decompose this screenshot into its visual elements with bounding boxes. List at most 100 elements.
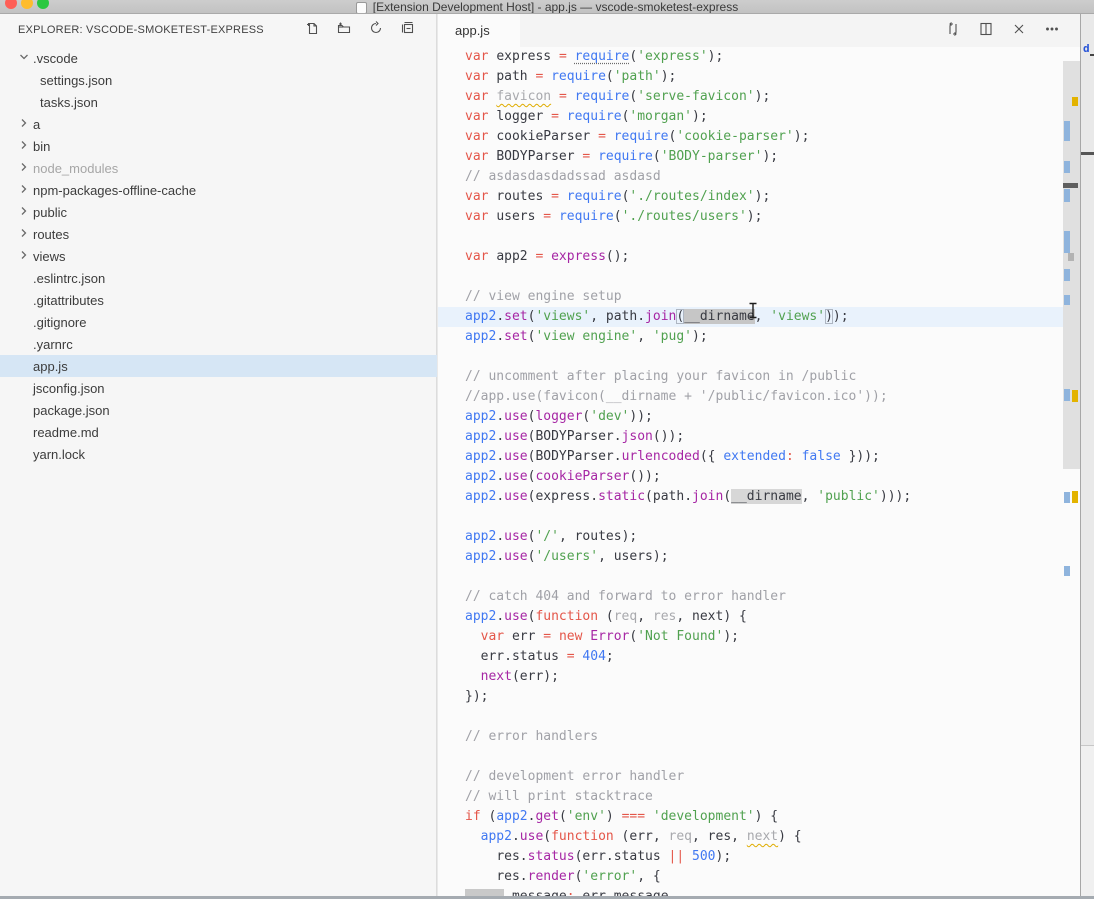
code-line-37[interactable]: // development error handler (438, 767, 1080, 787)
code-line-10[interactable] (438, 227, 1080, 247)
code-line-35[interactable]: // error handlers (438, 727, 1080, 747)
code-line-3[interactable]: var favicon = require('serve-favicon'); (438, 87, 1080, 107)
code-line-24[interactable] (438, 507, 1080, 527)
code-line-42[interactable]: res.render('error', { (438, 867, 1080, 887)
new-folder-icon[interactable] (336, 20, 352, 36)
code-line-31[interactable]: err.status = 404; (438, 647, 1080, 667)
tree-item-label: .yarnrc (33, 337, 73, 352)
code-line-11[interactable]: var app2 = express(); (438, 247, 1080, 267)
code-line-18[interactable]: //app.use(favicon(__dirname + '/public/f… (438, 387, 1080, 407)
tree-item-bin[interactable]: bin (0, 135, 437, 157)
tree-item-npm-packages-offline-cache[interactable]: npm-packages-offline-cache (0, 179, 437, 201)
tree-item-routes[interactable]: routes (0, 223, 437, 245)
code-line-6[interactable]: var BODYParser = require('BODY-parser'); (438, 147, 1080, 167)
selection-marker (1064, 161, 1070, 173)
tab-app-js[interactable]: app.js (438, 14, 520, 47)
tree-item-label: yarn.lock (33, 447, 85, 462)
chevron-right-icon[interactable] (18, 183, 30, 195)
open-changes-icon[interactable] (945, 21, 961, 37)
code-line-1[interactable]: var express = require('express'); (438, 47, 1080, 67)
chevron-right-icon[interactable] (18, 227, 30, 239)
code-line-22[interactable]: app2.use(cookieParser()); (438, 467, 1080, 487)
tree-item-label: .gitattributes (33, 293, 104, 308)
chevron-right-icon[interactable] (18, 161, 30, 173)
code-line-30[interactable]: var err = new Error('Not Found'); (438, 627, 1080, 647)
tree-item-package-json[interactable]: package.json (0, 399, 437, 421)
code-line-2[interactable]: var path = require('path'); (438, 67, 1080, 87)
close-icon[interactable] (1011, 21, 1027, 37)
code-line-33[interactable]: }); (438, 687, 1080, 707)
code-line-7[interactable]: // asdasdasdadssad asdasd (438, 167, 1080, 187)
window-titlebar: [Extension Development Host] - app.js — … (0, 0, 1094, 14)
tree-item-app-js[interactable]: app.js (0, 355, 437, 377)
warning-marker (1072, 390, 1078, 402)
code-line-38[interactable]: // will print stacktrace (438, 787, 1080, 807)
code-line-34[interactable] (438, 707, 1080, 727)
tree-item-a[interactable]: a (0, 113, 437, 135)
code-line-20[interactable]: app2.use(BODYParser.json()); (438, 427, 1080, 447)
split-editor-icon[interactable] (978, 21, 994, 37)
code-line-32[interactable]: next(err); (438, 667, 1080, 687)
chevron-down-icon[interactable] (18, 51, 30, 63)
code-line-8[interactable]: var routes = require('./routes/index'); (438, 187, 1080, 207)
tree-item-label: npm-packages-offline-cache (33, 183, 196, 198)
code-line-29[interactable]: app2.use(function (req, res, next) { (438, 607, 1080, 627)
code-line-5[interactable]: var cookieParser = require('cookie-parse… (438, 127, 1080, 147)
code-line-21[interactable]: app2.use(BODYParser.urlencoded({ extende… (438, 447, 1080, 467)
tree-item-label: tasks.json (40, 95, 98, 110)
tree-item--gitattributes[interactable]: .gitattributes (0, 289, 437, 311)
editor-scrollbar[interactable] (1063, 47, 1080, 896)
tree-item-yarn-lock[interactable]: yarn.lock (0, 443, 437, 465)
tree-item-label: node_modules (33, 161, 118, 176)
tree-item-label: settings.json (40, 73, 112, 88)
code-line-17[interactable]: // uncomment after placing your favicon … (438, 367, 1080, 387)
tree-item-node-modules[interactable]: node_modules (0, 157, 437, 179)
code-line-12[interactable] (438, 267, 1080, 287)
tree-item-label: package.json (33, 403, 110, 418)
selection-marker (1064, 389, 1070, 401)
code-line-23[interactable]: app2.use(express.static(path.join(__dirn… (438, 487, 1080, 507)
chevron-right-icon[interactable] (18, 249, 30, 261)
tree-item-views[interactable]: views (0, 245, 437, 267)
code-line-41[interactable]: res.status(err.status || 500); (438, 847, 1080, 867)
code-line-19[interactable]: app2.use(logger('dev')); (438, 407, 1080, 427)
code-line-27[interactable] (438, 567, 1080, 587)
code-line-28[interactable]: // catch 404 and forward to error handle… (438, 587, 1080, 607)
chevron-right-icon[interactable] (18, 117, 30, 129)
tree-item-settings-json[interactable]: settings.json (0, 69, 437, 91)
background-code-fragment: d (1083, 42, 1090, 55)
new-file-icon[interactable] (304, 20, 320, 36)
tree-item-readme-md[interactable]: readme.md (0, 421, 437, 443)
tree-item-label: a (33, 117, 40, 132)
chevron-right-icon[interactable] (18, 139, 30, 151)
tree-item-public[interactable]: public (0, 201, 437, 223)
chevron-right-icon[interactable] (18, 205, 30, 217)
editor-code-area[interactable]: var express = require('express');var pat… (438, 47, 1080, 896)
tree-item-label: .gitignore (33, 315, 86, 330)
code-line-4[interactable]: var logger = require('morgan'); (438, 107, 1080, 127)
code-line-15[interactable]: app2.set('view engine', 'pug'); (438, 327, 1080, 347)
code-line-40[interactable]: app2.use(function (err, req, res, next) … (438, 827, 1080, 847)
tree-item--gitignore[interactable]: .gitignore (0, 311, 437, 333)
code-line-36[interactable] (438, 747, 1080, 767)
tree-item--eslintrc-json[interactable]: .eslintrc.json (0, 267, 437, 289)
refresh-icon[interactable] (368, 20, 384, 36)
selection-marker (1064, 121, 1070, 141)
code-line-9[interactable]: var users = require('./routes/users'); (438, 207, 1080, 227)
tree-item-tasks-json[interactable]: tasks.json (0, 91, 437, 113)
more-actions-icon[interactable] (1044, 21, 1060, 37)
code-line-26[interactable]: app2.use('/users', users); (438, 547, 1080, 567)
code-line-25[interactable]: app2.use('/', routes); (438, 527, 1080, 547)
code-line-39[interactable]: if (app2.get('env') === 'development') { (438, 807, 1080, 827)
code-line-13[interactable]: // view engine setup (438, 287, 1080, 307)
tree-item-label: public (33, 205, 67, 220)
collapse-all-icon[interactable] (400, 20, 416, 36)
tree-item-label: .vscode (33, 51, 78, 66)
tree-item--yarnrc[interactable]: .yarnrc (0, 333, 437, 355)
code-line-16[interactable] (438, 347, 1080, 367)
code-line-43[interactable]: message: err.message (438, 887, 1080, 896)
explorer-header: EXPLORER: VSCODE-SMOKETEST-EXPRESS (0, 14, 436, 47)
background-lower-area (1081, 746, 1094, 899)
tree-item--vscode[interactable]: .vscode (0, 47, 437, 69)
tree-item-jsconfig-json[interactable]: jsconfig.json (0, 377, 437, 399)
